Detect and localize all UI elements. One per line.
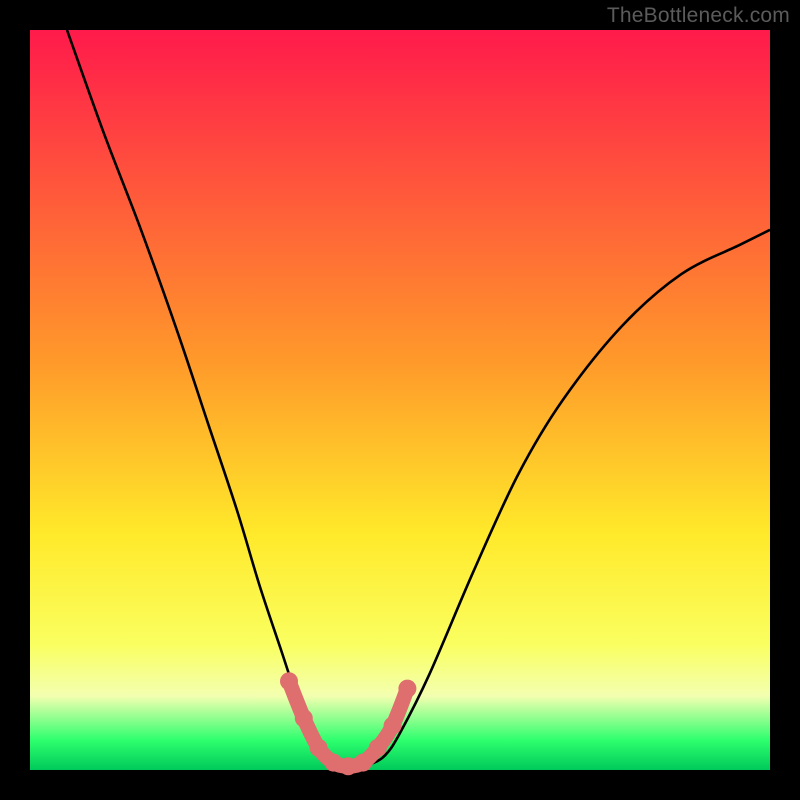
highlight-dot [295,709,313,727]
highlight-dot [280,672,298,690]
highlight-dot [398,680,416,698]
highlight-dot [354,754,372,772]
highlight-dot [310,739,328,757]
outer-frame: TheBottleneck.com [0,0,800,800]
curve-svg [30,30,770,770]
optimal-region-dots [280,672,416,775]
bottleneck-curve [67,30,770,767]
highlight-dot [369,739,387,757]
highlight-dot [384,717,402,735]
gradient-plot-area [30,30,770,770]
watermark-text: TheBottleneck.com [607,4,790,28]
